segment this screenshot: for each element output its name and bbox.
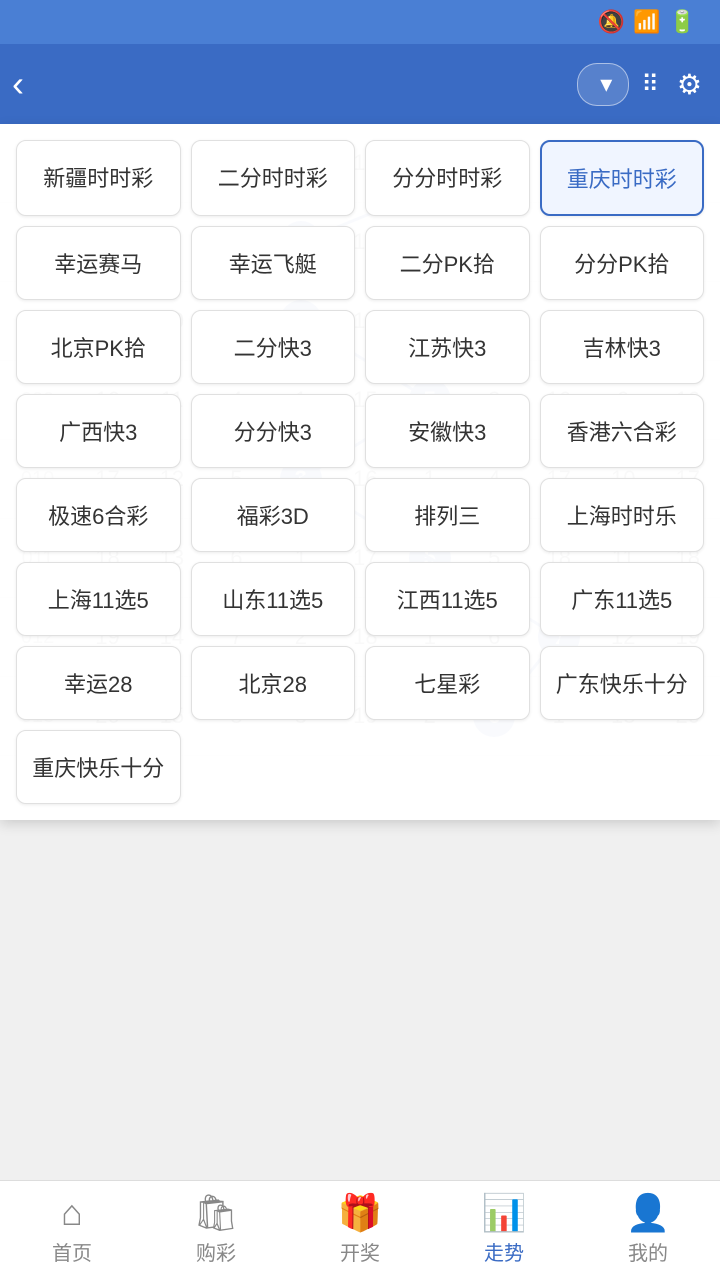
dropdown-item[interactable]: 分分快3	[191, 394, 356, 468]
nav-icon: 🎁	[338, 1195, 383, 1231]
dropdown-item[interactable]: 二分时时彩	[191, 140, 356, 216]
nav-icon: ⌂	[61, 1195, 83, 1231]
dropdown-item[interactable]: 广东快乐十分	[540, 646, 705, 720]
back-button[interactable]: ‹	[12, 63, 24, 105]
nav-label: 走势	[484, 1237, 524, 1266]
dropdown-item[interactable]: 香港六合彩	[540, 394, 705, 468]
nav-item-走势[interactable]: 📊 走势	[432, 1181, 576, 1280]
grid-icon: ⠿	[641, 70, 659, 99]
header: ‹ ▾ ⠿ ⚙	[0, 44, 720, 124]
caizhi-button[interactable]: ⠿	[641, 70, 665, 99]
dropdown-item[interactable]: 广西快3	[16, 394, 181, 468]
nav-item-我的[interactable]: 👤 我的	[576, 1181, 720, 1280]
dropdown-item[interactable]: 幸运赛马	[16, 226, 181, 300]
nav-label: 首页	[52, 1237, 92, 1266]
dropdown-item[interactable]: 重庆时时彩	[540, 140, 705, 216]
status-bar: 🔕 📶 🔋	[0, 0, 720, 44]
dropdown-item[interactable]: 七星彩	[365, 646, 530, 720]
nav-item-首页[interactable]: ⌂ 首页	[0, 1181, 144, 1280]
dropdown-item[interactable]: 北京PK拾	[16, 310, 181, 384]
mute-icon: 🔕	[598, 9, 625, 35]
nav-icon: 📊	[482, 1195, 527, 1231]
dropdown-button[interactable]: ▾	[577, 63, 629, 106]
wifi-icon: 📶	[633, 9, 660, 35]
nav-label: 开奖	[340, 1237, 380, 1266]
nav-item-购彩[interactable]: 🛍 购彩	[144, 1181, 288, 1280]
dropdown-item[interactable]: 新疆时时彩	[16, 140, 181, 216]
dropdown-item[interactable]: 排列三	[365, 478, 530, 552]
dropdown-item[interactable]: 幸运飞艇	[191, 226, 356, 300]
dropdown-item[interactable]: 江苏快3	[365, 310, 530, 384]
dropdown-grid: 新疆时时彩二分时时彩分分时时彩重庆时时彩幸运赛马幸运飞艇二分PK拾分分PK拾北京…	[16, 140, 704, 804]
nav-icon: 🛍	[193, 1195, 239, 1231]
dropdown-item[interactable]: 二分快3	[191, 310, 356, 384]
dropdown-item[interactable]: 分分PK拾	[540, 226, 705, 300]
gear-icon: ⚙	[677, 68, 702, 101]
nav-icon: 👤	[626, 1195, 671, 1231]
dropdown-item[interactable]: 广东11选5	[540, 562, 705, 636]
dropdown-item[interactable]: 极速6合彩	[16, 478, 181, 552]
assistant-button[interactable]: ⚙	[677, 68, 708, 101]
dropdown-item[interactable]: 福彩3D	[191, 478, 356, 552]
dropdown-item[interactable]: 吉林快3	[540, 310, 705, 384]
nav-label: 购彩	[196, 1237, 236, 1266]
chevron-down-icon: ▾	[600, 70, 612, 99]
status-icons: 🔕 📶 🔋	[598, 9, 704, 35]
dropdown-item[interactable]: 重庆快乐十分	[16, 730, 181, 804]
nav-item-开奖[interactable]: 🎁 开奖	[288, 1181, 432, 1280]
dropdown-item[interactable]: 二分PK拾	[365, 226, 530, 300]
dropdown-item[interactable]: 安徽快3	[365, 394, 530, 468]
dropdown-item[interactable]: 江西11选5	[365, 562, 530, 636]
dropdown-item[interactable]: 北京28	[191, 646, 356, 720]
dropdown-item[interactable]: 上海时时乐	[540, 478, 705, 552]
bottom-nav: ⌂ 首页 🛍 购彩 🎁 开奖 📊 走势 👤 我的	[0, 1180, 720, 1280]
dropdown-item[interactable]: 分分时时彩	[365, 140, 530, 216]
dropdown-item[interactable]: 幸运28	[16, 646, 181, 720]
dropdown-overlay: 新疆时时彩二分时时彩分分时时彩重庆时时彩幸运赛马幸运飞艇二分PK拾分分PK拾北京…	[0, 124, 720, 820]
nav-label: 我的	[628, 1237, 668, 1266]
dropdown-item[interactable]: 山东11选5	[191, 562, 356, 636]
dropdown-item[interactable]: 上海11选5	[16, 562, 181, 636]
battery-icon: 🔋	[669, 9, 696, 35]
